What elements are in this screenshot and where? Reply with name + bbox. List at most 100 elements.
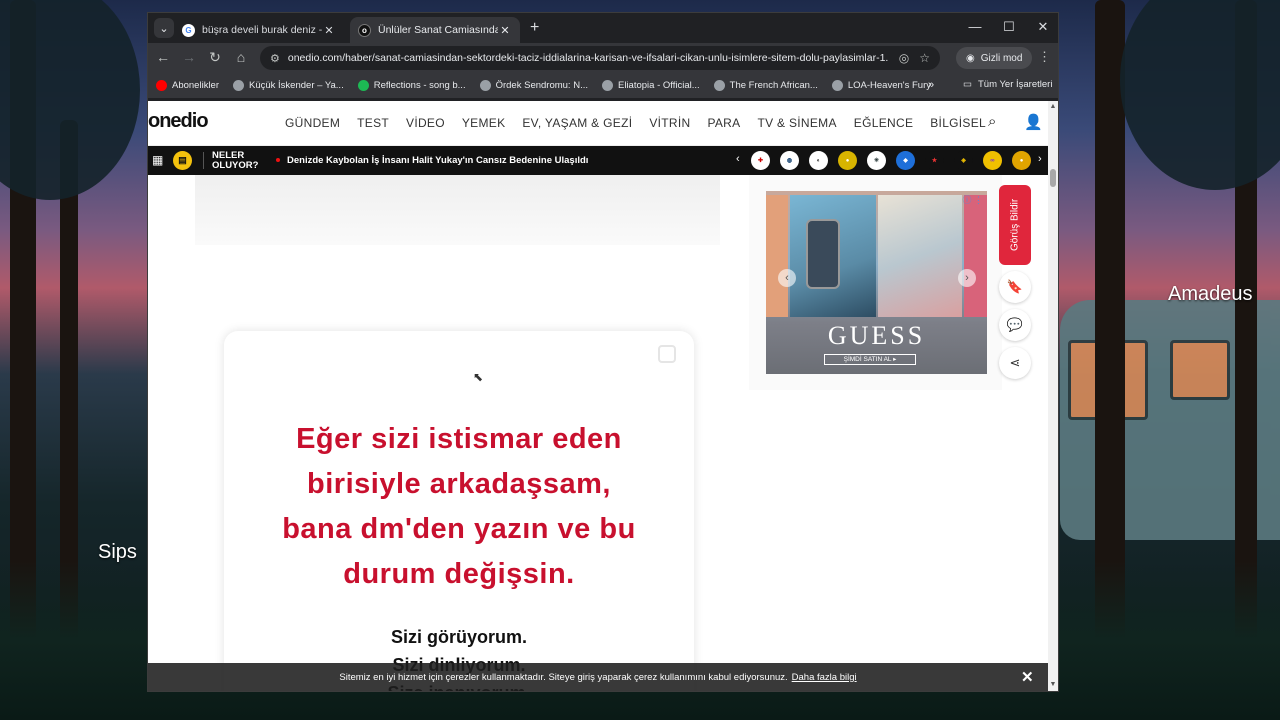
scroll-up-icon[interactable]: ▲ <box>1048 103 1058 110</box>
scrollbar-thumb[interactable] <box>1050 169 1056 187</box>
nav-item[interactable]: BİLGİSEL <box>930 116 986 130</box>
bookmark-label: Abonelikler <box>172 80 219 91</box>
bookmark-item[interactable]: Küçük İskender – Ya... <box>233 80 344 91</box>
bookmarks-overflow-button[interactable]: » <box>928 79 934 91</box>
post-quote: Eğer sizi istismar eden birisiyle arkadaş… <box>224 417 694 597</box>
nav-item[interactable]: TEST <box>357 116 389 130</box>
bookmark-label: Ördek Sendromu: N... <box>495 80 588 91</box>
brand-logo-icon[interactable]: ◍ <box>780 151 799 170</box>
chevron-right-icon[interactable]: › <box>1038 153 1042 165</box>
cookie-banner: Sitemiz en iyi hizmet için çerezler kull… <box>148 663 1048 691</box>
nav-item[interactable]: YEMEK <box>462 116 506 130</box>
user-icon[interactable]: 👤 <box>1024 113 1043 131</box>
bookmark-item[interactable]: LOA-Heaven's Fury <box>831 80 931 91</box>
page-viewport: onedio GÜNDEM TEST VİDEO YEMEK EV, YAŞAM & G… <box>148 101 1048 691</box>
tab-close-icon[interactable]: ✕ <box>322 24 336 37</box>
chevron-down-icon: ⌄ <box>159 22 169 35</box>
bookmark-label: Küçük İskender – Ya... <box>249 80 344 91</box>
bookmark-label: Eliatopia - Official... <box>618 80 700 91</box>
ad-cta-button[interactable]: ŞİMDİ SATIN AL ▸ <box>824 354 916 365</box>
incognito-badge[interactable]: ◉ Gizli mod <box>956 47 1033 69</box>
ad-image-panel <box>964 195 987 317</box>
guess-ad-banner[interactable]: ⓘ ⋮ ‹ › GUESS ŞİMDİ SATIN AL ▸ <box>766 191 987 374</box>
scroll-down-icon[interactable]: ▼ <box>1048 681 1058 688</box>
news-ticker: ▦ ▤ NELER OLUYOR? Denizde Kaybolan İş İn… <box>148 146 1048 175</box>
tab-google-search[interactable]: G büşra develi burak deniz - Google ✕ <box>174 17 344 43</box>
close-window-button[interactable]: ✕ <box>1028 19 1058 35</box>
quote-line: durum değişsin. <box>343 558 575 590</box>
live-dot-icon <box>276 158 280 162</box>
all-bookmarks-button[interactable]: ▭ Tüm Yer İşaretleri <box>963 79 1052 90</box>
chevron-left-icon[interactable]: ‹ <box>778 269 796 287</box>
browser-window: ⌄ G büşra develi burak deniz - Google ✕ … <box>147 12 1059 692</box>
bookmark-favicon-icon <box>233 80 244 91</box>
site-logo[interactable]: onedio <box>148 110 209 133</box>
site-info-icon[interactable]: ⚙ <box>270 52 280 65</box>
close-icon[interactable]: ✕ <box>1021 668 1034 686</box>
nav-item[interactable]: VİTRİN <box>649 116 690 130</box>
nav-item[interactable]: VİDEO <box>406 116 445 130</box>
instagram-post-card: Eğer sizi istismar eden birisiyle arkadaş… <box>224 331 694 691</box>
bookmark-item[interactable]: Abonelikler <box>156 80 219 91</box>
bookmark-favicon-icon <box>602 80 613 91</box>
browser-menu-button[interactable]: ⋮ <box>1038 49 1051 65</box>
brand-logo-icon[interactable]: ✚ <box>751 151 770 170</box>
nav-item[interactable]: EĞLENCE <box>854 116 913 130</box>
quote-line: Eğer sizi istismar eden <box>296 423 622 455</box>
brand-logo-icon[interactable]: ∞ <box>983 151 1002 170</box>
bookmark-favicon-icon <box>831 80 843 91</box>
brand-logo-icon[interactable]: ◆ <box>896 151 915 170</box>
brand-logo-icon[interactable]: ✳ <box>867 151 886 170</box>
share-icon[interactable]: ⋖ <box>999 347 1031 379</box>
incognito-label: Gizli mod <box>980 52 1023 64</box>
brand-logo-icon[interactable]: ◐ <box>809 151 828 170</box>
grid-icon[interactable]: ▦ <box>152 153 163 167</box>
page-scrollbar[interactable]: ▲ ▼ <box>1048 101 1058 691</box>
bookmark-favicon-icon <box>713 80 725 91</box>
bookmark-item[interactable]: The French African... <box>713 80 818 91</box>
comments-icon[interactable]: 💬 <box>999 309 1031 341</box>
minimize-button[interactable]: — <box>960 19 990 34</box>
eye-off-icon[interactable]: ◎ <box>899 51 909 65</box>
maximize-button[interactable]: ☐ <box>994 19 1024 35</box>
home-button[interactable]: ⌂ <box>232 49 250 65</box>
tab-close-icon[interactable]: ✕ <box>498 24 512 37</box>
onedio-icon: o <box>358 23 371 37</box>
new-tab-button[interactable]: + <box>530 19 539 37</box>
nav-item[interactable]: EV, YAŞAM & GEZİ <box>522 116 632 130</box>
feedback-button[interactable]: Görüş Bildir <box>999 185 1031 265</box>
desktop-icon-label[interactable]: Sips <box>98 541 137 564</box>
forward-button[interactable]: → <box>180 49 198 65</box>
tab-onedio-article[interactable]: o Ünlüler Sanat Camiasındaki Taciz ✕ <box>350 17 520 43</box>
nav-item[interactable]: TV & SİNEMA <box>757 116 836 130</box>
star-icon[interactable]: ☆ <box>919 51 930 65</box>
brand-logo-icon[interactable]: ◈ <box>954 151 973 170</box>
bookmark-item[interactable]: Reflections - song b... <box>357 80 466 91</box>
ticker-headline[interactable]: Denizde Kaybolan İş İnsanı Halit Yukay'ı… <box>287 155 588 166</box>
brand-logo-icon[interactable]: ★ <box>925 151 944 170</box>
nav-item[interactable]: PARA <box>707 116 740 130</box>
nav-item[interactable]: GÜNDEM <box>285 116 340 130</box>
reload-button[interactable]: ↻ <box>206 49 224 66</box>
address-bar[interactable]: ⚙ onedio.com/haber/sanat-camiasindan-sek… <box>260 46 940 70</box>
onedio-badge-icon[interactable]: ▤ <box>173 151 192 170</box>
back-button[interactable]: ← <box>154 49 172 65</box>
tab-title: büşra develi burak deniz - Google <box>202 24 322 36</box>
cookie-more-info-link[interactable]: Daha fazla bilgi <box>792 672 857 683</box>
brand-logo-icon[interactable]: ● <box>1012 151 1031 170</box>
bookmark-icon[interactable]: 🔖 <box>999 271 1031 303</box>
desktop-icon-label[interactable]: Amadeus <box>1168 283 1253 306</box>
brand-logo-icon[interactable]: ● <box>838 151 857 170</box>
chevron-left-icon[interactable]: ‹ <box>736 153 740 165</box>
ticker-label-line: OLUYOR? <box>212 160 259 171</box>
url-text[interactable]: onedio.com/haber/sanat-camiasindan-sekto… <box>288 52 889 64</box>
ad-info-icon[interactable]: ⓘ ⋮ <box>962 193 983 206</box>
bookmark-item[interactable]: Ördek Sendromu: N... <box>479 80 588 91</box>
search-icon[interactable]: ⌕ <box>988 113 996 130</box>
square-icon <box>658 345 676 363</box>
main-nav: GÜNDEM TEST VİDEO YEMEK EV, YAŞAM & GEZİ VİTR… <box>285 116 986 130</box>
chevron-right-icon[interactable]: › <box>958 269 976 287</box>
tab-search-button[interactable]: ⌄ <box>154 18 174 38</box>
subtext-line: Sizi görüyorum. <box>390 627 527 647</box>
bookmark-item[interactable]: Eliatopia - Official... <box>602 80 700 91</box>
